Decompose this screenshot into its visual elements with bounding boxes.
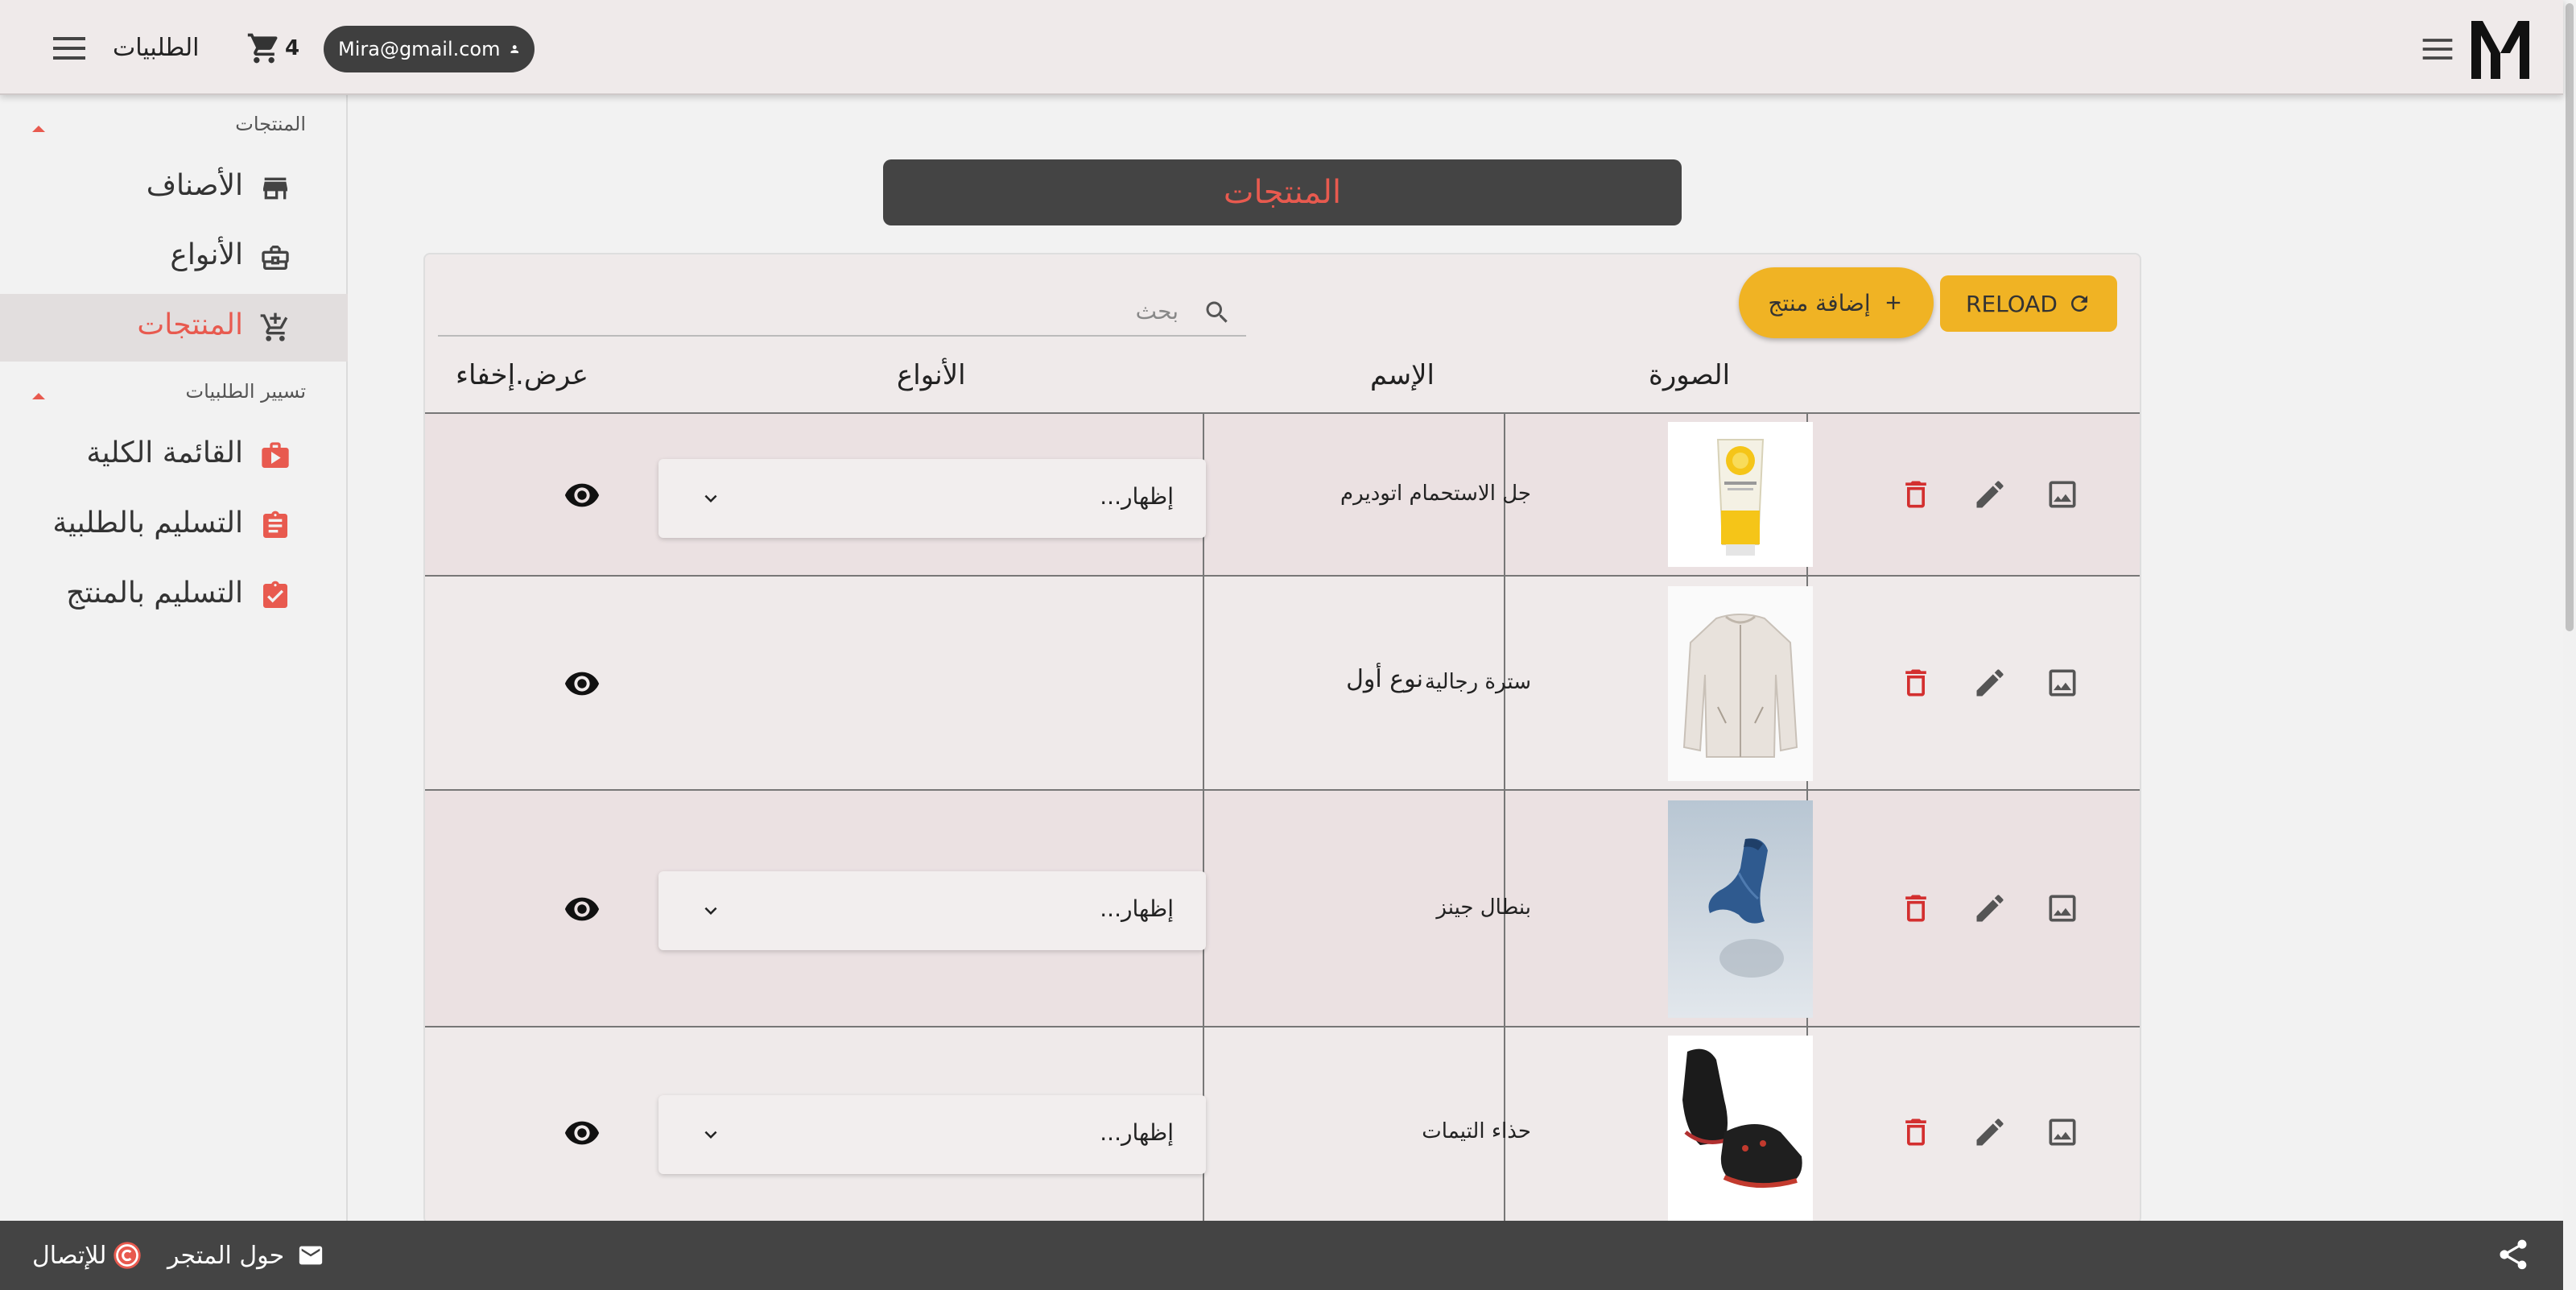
delete-icon[interactable] [1898, 891, 1934, 926]
product-name: بنطال جينز [1436, 895, 1531, 920]
person-icon [510, 45, 518, 53]
table-row: نوع أول سترة رجالية [425, 575, 2140, 789]
share-icon[interactable] [2496, 1237, 2531, 1272]
sidebar-section-products[interactable]: المنتجات [0, 108, 348, 148]
user-email: Mira@gmail.com [338, 38, 501, 60]
search-icon [1206, 301, 1228, 323]
header-visibility: عرض.إخفاء [456, 359, 588, 391]
product-image-sneakers [1668, 1036, 1813, 1222]
image-icon[interactable] [2045, 477, 2080, 512]
scrollbar-thumb[interactable] [2566, 3, 2574, 631]
drawer-menu-icon[interactable] [2420, 34, 2455, 64]
brand-logo[interactable] [2468, 18, 2533, 79]
select-value: إظهار... [1100, 1119, 1174, 1146]
table-row: إظهار... حذاء التيمات [425, 1026, 2140, 1222]
top-app-bar: الطلبيات 4 Mira@gmail.com [0, 0, 2563, 95]
sidebar-item-categories[interactable]: الأصناف [0, 155, 348, 222]
edit-icon[interactable] [1972, 665, 2008, 701]
select-value: إظهار... [1100, 483, 1174, 510]
briefcase-icon [262, 246, 289, 270]
visibility-eye-icon[interactable] [564, 477, 601, 514]
product-image-shower-gel [1668, 422, 1813, 567]
table-row: إظهار... جل الاستحمام اتوديرم [425, 412, 2140, 575]
sidebar-item-delivery-by-order[interactable]: التسليم بالطلبية [0, 492, 348, 560]
cart-icon [247, 33, 278, 64]
sidebar-item-label: التسليم بالمنتج [66, 577, 243, 610]
visibility-eye-icon[interactable] [564, 891, 601, 928]
bottom-bar: للإتصال حول المتجر [0, 1221, 2563, 1290]
add-product-button[interactable]: إضافة منتج [1739, 267, 1934, 338]
section-label: المنتجات [235, 113, 306, 135]
types-select[interactable]: إظهار... [658, 1095, 1206, 1174]
clipboard-list-icon [263, 511, 287, 538]
sidebar-item-full-list[interactable]: القائمة الكلية [0, 422, 348, 490]
page-title: المنتجات [883, 159, 1682, 225]
reload-button[interactable]: RELOAD [1940, 275, 2117, 332]
edit-icon[interactable] [1972, 1114, 2008, 1150]
collapse-caret-icon[interactable] [32, 126, 45, 132]
header-types: الأنواع [897, 359, 966, 391]
clipboard-check-icon [263, 581, 287, 608]
image-icon[interactable] [2045, 891, 2080, 926]
page-scrollbar[interactable] [2563, 0, 2576, 1290]
section-label: تسيير الطلبيات [185, 380, 306, 403]
edit-icon[interactable] [1972, 891, 2008, 926]
about-label: حول المتجر [167, 1241, 285, 1270]
product-name: سترة رجالية [1424, 670, 1531, 694]
sidebar-item-delivery-by-product[interactable]: التسليم بالمنتج [0, 562, 348, 630]
visibility-eye-icon[interactable] [564, 1114, 601, 1151]
sidebar-item-label: القائمة الكلية [86, 436, 243, 469]
contact-link[interactable]: للإتصال [32, 1237, 143, 1274]
sidebar: المنتجات الأصناف الأنواع المنتجات تسيير … [0, 95, 348, 1221]
header-image: الصورة [1649, 359, 1731, 391]
orders-link[interactable]: الطلبيات [113, 31, 200, 66]
collapse-caret-icon[interactable] [32, 393, 45, 399]
cart-count: 4 [285, 36, 300, 60]
menu-icon[interactable] [50, 32, 89, 64]
visibility-eye-icon[interactable] [564, 665, 601, 702]
sidebar-item-types[interactable]: الأنواع [0, 224, 348, 291]
cart-button[interactable]: 4 [246, 29, 299, 68]
products-card: RELOAD إضافة منتج الصورة الإسم الأنواع ع… [423, 253, 2141, 1224]
chevron-down-icon [704, 1131, 717, 1139]
delete-icon[interactable] [1898, 477, 1934, 512]
sidebar-item-label: الأنواع [170, 238, 243, 271]
cart-add-icon [260, 312, 288, 341]
chevron-down-icon [704, 907, 717, 915]
search-box [438, 288, 1246, 337]
copyright-icon [114, 1242, 142, 1269]
header-name: الإسم [1370, 359, 1435, 391]
mail-icon [299, 1246, 323, 1265]
product-image-mens-jacket [1668, 586, 1813, 781]
shopping-bag-icon [262, 442, 289, 468]
user-chip[interactable]: Mira@gmail.com [324, 26, 535, 72]
product-image-jeans [1668, 800, 1813, 1018]
sidebar-item-label: التسليم بالطلبية [52, 506, 243, 540]
table-row: إظهار... بنطال جينز [425, 789, 2140, 1026]
add-product-label: إضافة منتج [1768, 289, 1871, 316]
about-store-link[interactable]: حول المتجر [167, 1237, 324, 1274]
reload-label: RELOAD [1965, 290, 2058, 317]
types-select[interactable]: إظهار... [658, 459, 1206, 538]
sidebar-item-label: الأصناف [146, 169, 243, 202]
delete-icon[interactable] [1898, 665, 1934, 701]
search-input[interactable] [438, 288, 1187, 333]
contact-label: للإتصال [32, 1241, 107, 1270]
sidebar-section-orders[interactable]: تسيير الطلبيات [0, 375, 348, 416]
sidebar-item-products[interactable]: المنتجات [0, 294, 348, 362]
image-icon[interactable] [2045, 665, 2080, 701]
product-name: حذاء التيمات [1422, 1119, 1531, 1143]
types-select[interactable]: إظهار... [658, 871, 1206, 950]
delete-icon[interactable] [1898, 1114, 1934, 1150]
select-value: إظهار... [1100, 895, 1174, 922]
chevron-down-icon [704, 494, 717, 502]
product-name: جل الاستحمام اتوديرم [1340, 482, 1531, 506]
image-icon[interactable] [2045, 1114, 2080, 1150]
sidebar-item-label: المنتجات [137, 308, 243, 341]
plus-icon [1886, 296, 1900, 310]
store-icon [263, 177, 287, 200]
edit-icon[interactable] [1972, 477, 2008, 512]
refresh-icon [2071, 296, 2087, 312]
